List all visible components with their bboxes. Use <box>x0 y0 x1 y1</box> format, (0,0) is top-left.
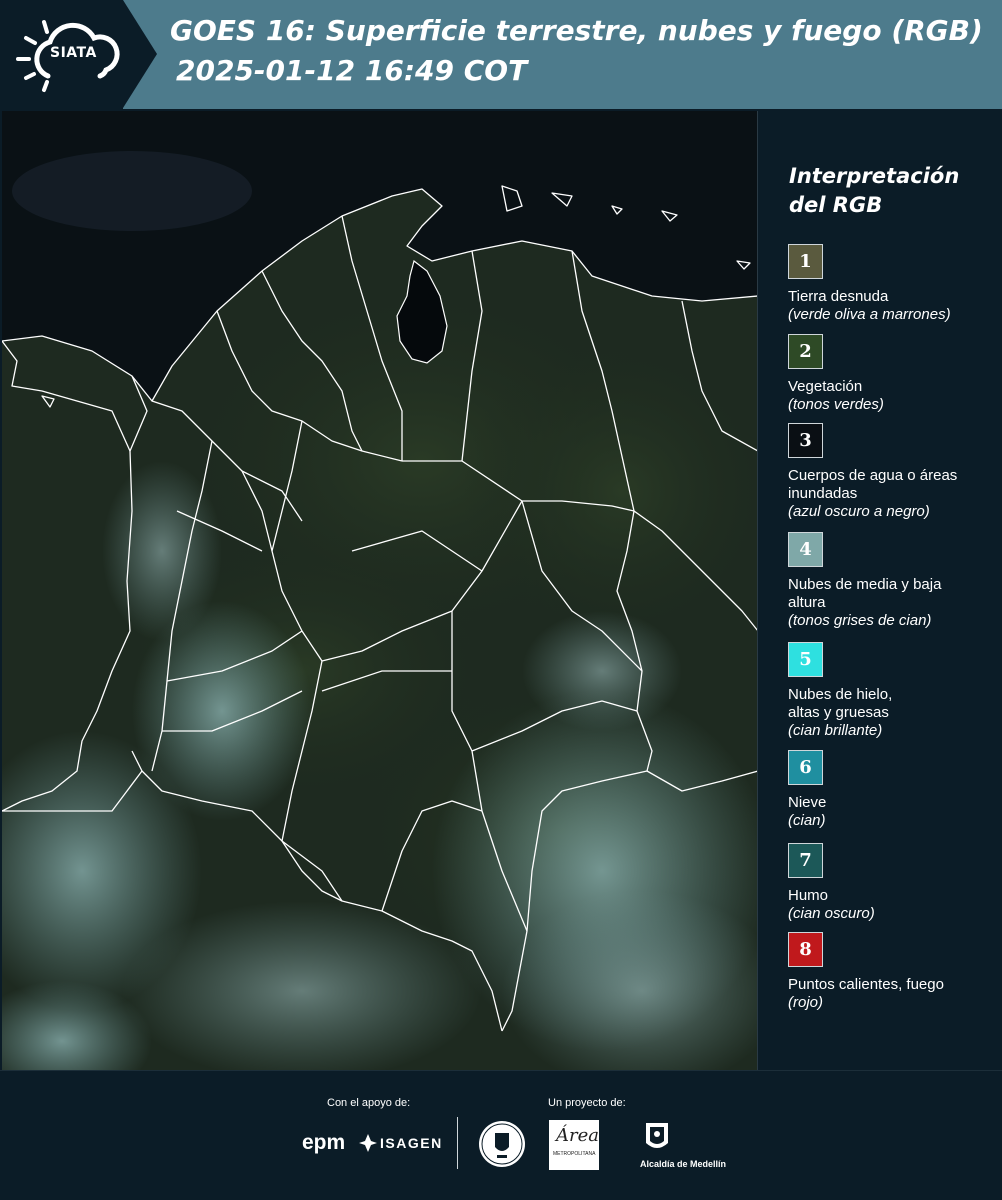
legend-label: Puntos calientes, fuego <box>788 976 944 993</box>
legend-swatch: 1 <box>788 244 823 279</box>
legend-label: Nubes de media y baja altura <box>788 576 942 611</box>
isagen-mark-icon <box>359 1134 377 1152</box>
support-label: Con el apoyo de: <box>327 1097 411 1109</box>
legend-title-line1: Interpretación <box>789 164 960 188</box>
cloud-orinoquia <box>522 611 682 731</box>
legend-swatch: 8 <box>788 932 823 967</box>
epm-logo: epm <box>302 1131 346 1154</box>
satellite-map[interactable] <box>2 111 758 1070</box>
legend-swatch: 4 <box>788 532 823 567</box>
medellin-crest-icon <box>646 1123 668 1148</box>
university-seal-icon <box>479 1121 525 1167</box>
header-chevron <box>123 0 157 108</box>
header: SIATA GOES 16: Superficie terrestre, nub… <box>0 0 1002 109</box>
logo-text: SIATA <box>50 45 97 61</box>
page-timestamp: 2025-01-12 16:49 COT <box>176 54 528 87</box>
legend-title-line2: del RGB <box>789 193 883 217</box>
legend-panel: Interpretación del RGB 1 Tierra desnuda … <box>760 110 1002 1070</box>
alcaldia-medellin-text: Alcaldía de Medellín <box>640 1159 727 1169</box>
footer-divider <box>457 1117 458 1169</box>
legend-label: Vegetación <box>788 378 863 395</box>
cloud-choco <box>102 461 222 641</box>
cloud-caribbean <box>12 151 252 231</box>
legend-sublabel: (azul oscuro a negro) <box>788 503 930 520</box>
legend-item-smoke: 7 Humo (cian oscuro) <box>788 843 998 923</box>
legend-swatch: 2 <box>788 334 823 369</box>
legend-sublabel: (tonos grises de cian) <box>788 612 932 629</box>
legend-item-bare-land: 1 Tierra desnuda (verde oliva a marrones… <box>788 244 998 324</box>
isagen-logo: ISAGEN <box>380 1135 443 1151</box>
legend-title: Interpretación del RGB <box>789 162 989 220</box>
legend-sublabel: (rojo) <box>788 994 824 1011</box>
legend-item-fire: 8 Puntos calientes, fuego (rojo) <box>788 932 998 1012</box>
legend-label: Nieve <box>788 794 827 811</box>
legend-swatch: 6 <box>788 750 823 785</box>
footer: Con el apoyo de: Un proyecto de: epm ISA… <box>0 1070 1002 1200</box>
legend-sublabel: (cian brillante) <box>788 722 883 739</box>
satellite-map-canvas <box>2 111 757 1070</box>
legend-item-snow: 6 Nieve (cian) <box>788 750 998 830</box>
legend-label: Tierra desnuda <box>788 288 889 305</box>
area-metropolitana-text: METROPOLITANA <box>553 1151 596 1157</box>
area-metropolitana-script: Área <box>556 1125 599 1146</box>
legend-sublabel: (tonos verdes) <box>788 396 884 413</box>
legend-label: Cuerpos de agua o áreas inundadas <box>788 467 958 502</box>
legend-label: Nubes de hielo, altas y gruesas <box>788 686 893 721</box>
project-label: Un proyecto de: <box>548 1097 626 1109</box>
legend-swatch: 5 <box>788 642 823 677</box>
legend-sublabel: (cian) <box>788 812 826 829</box>
legend-sublabel: (cian oscuro) <box>788 905 875 922</box>
legend-swatch: 7 <box>788 843 823 878</box>
legend-item-vegetation: 2 Vegetación (tonos verdes) <box>788 334 998 414</box>
legend-label: Humo <box>788 887 829 904</box>
legend-swatch: 3 <box>788 423 823 458</box>
legend-sublabel: (verde oliva a marrones) <box>788 306 951 323</box>
legend-item-water: 3 Cuerpos de agua o áreas inundadas (azu… <box>788 423 998 521</box>
legend-item-mid-low-clouds: 4 Nubes de media y baja altura (tonos gr… <box>788 532 998 630</box>
legend-item-ice-clouds: 5 Nubes de hielo, altas y gruesas (cian … <box>788 642 998 740</box>
page-title: GOES 16: Superficie terrestre, nubes y f… <box>170 14 983 47</box>
